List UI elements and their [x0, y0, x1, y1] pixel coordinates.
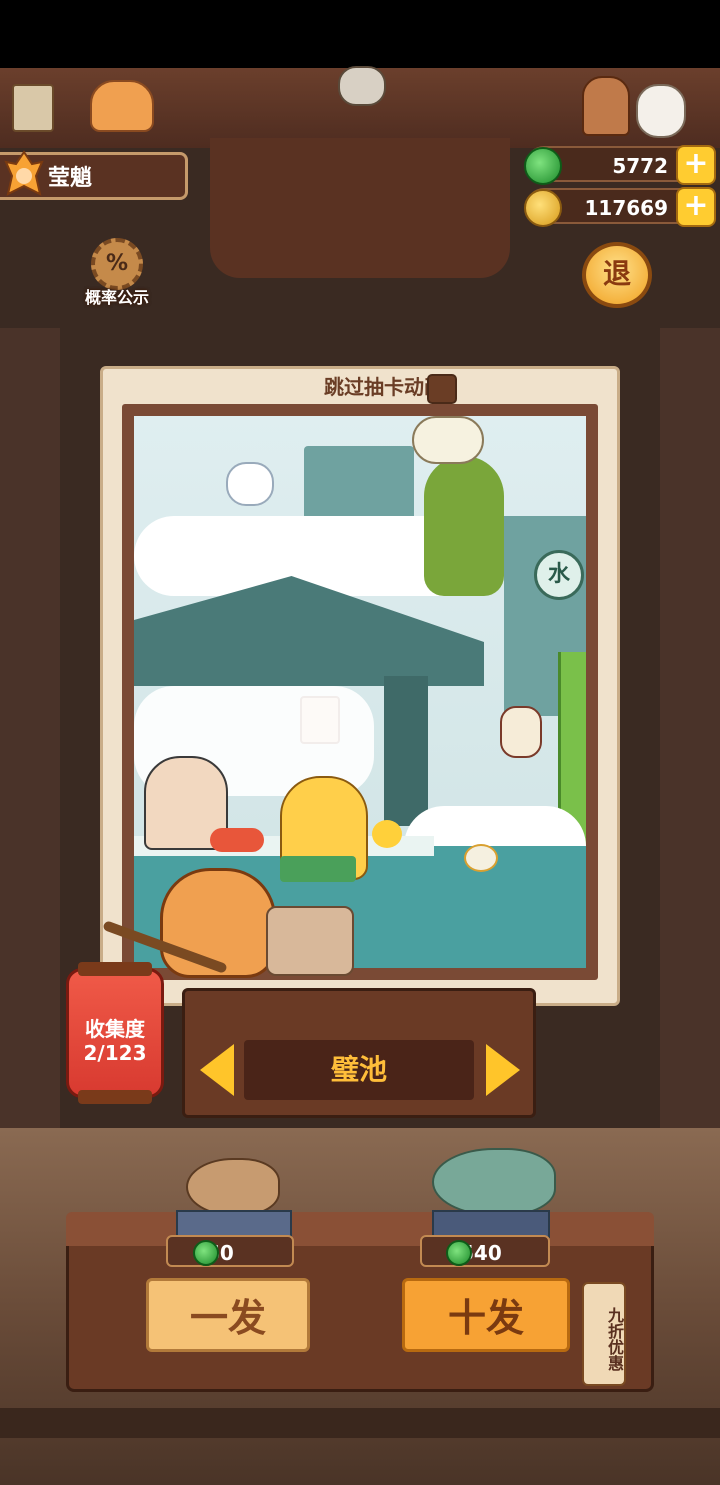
collection-title: 收集度 — [85, 1017, 145, 1041]
fish-ten-icon — [432, 1148, 556, 1216]
mascot-sack — [266, 906, 354, 976]
single-draw-price: 60 — [166, 1235, 294, 1267]
probability-label: 概率公示 — [84, 288, 149, 307]
art-water-sign: 水 — [534, 550, 584, 600]
ten-draw-button[interactable]: 十发 — [402, 1278, 570, 1352]
book-stack-single — [176, 1210, 292, 1238]
fish-single-icon — [186, 1158, 280, 1216]
gem-icon — [193, 1240, 219, 1266]
art-hatted-chick — [464, 844, 498, 872]
gem-icon — [446, 1240, 472, 1266]
percent-gear-icon: % — [91, 238, 143, 290]
book-stack-ten — [432, 1210, 550, 1238]
white-cat-decoration — [636, 84, 686, 138]
ten-draw-price: 540 — [420, 1235, 550, 1267]
card-name: 璧池 — [330, 1053, 387, 1086]
wall-left — [0, 328, 60, 1228]
arrow-left-icon[interactable] — [200, 1044, 234, 1096]
add-coins-button[interactable]: + — [676, 187, 716, 227]
art-white-cat — [226, 462, 274, 506]
art-lantern — [500, 706, 542, 758]
add-gems-button[interactable]: + — [676, 145, 716, 185]
art-book — [280, 856, 356, 882]
collection-count: 2/123 — [83, 1041, 147, 1065]
coin-icon — [524, 189, 562, 227]
single-draw-button[interactable]: 一发 — [146, 1278, 310, 1352]
person-decoration — [582, 76, 630, 136]
scroll-decoration — [12, 84, 54, 132]
lantern-cap-bottom — [78, 1090, 152, 1104]
art-teapot — [412, 416, 484, 464]
top-carving — [210, 138, 510, 278]
skip-animation-checkbox[interactable] — [427, 374, 457, 404]
probability-button[interactable]: % 概率公示 — [72, 238, 162, 308]
exit-button[interactable]: 退 — [582, 242, 652, 308]
art-tomatoes — [210, 828, 264, 852]
art-pillar — [384, 676, 428, 826]
collection-lantern[interactable]: 收集度 2/123 — [66, 968, 164, 1098]
wall-right — [660, 328, 720, 1228]
cat-decoration-left — [90, 80, 154, 132]
arrow-right-icon[interactable] — [486, 1044, 520, 1096]
art-girl — [424, 456, 504, 596]
lantern-cap-top — [78, 962, 152, 976]
floor-strip — [0, 1408, 720, 1438]
player-avatar-icon — [4, 150, 44, 196]
owl-decoration — [338, 66, 386, 106]
discount-tag: 九折优惠 — [582, 1282, 626, 1386]
draw-counter-top — [66, 1212, 654, 1246]
gem-icon — [524, 147, 562, 185]
art-chick — [372, 820, 402, 848]
